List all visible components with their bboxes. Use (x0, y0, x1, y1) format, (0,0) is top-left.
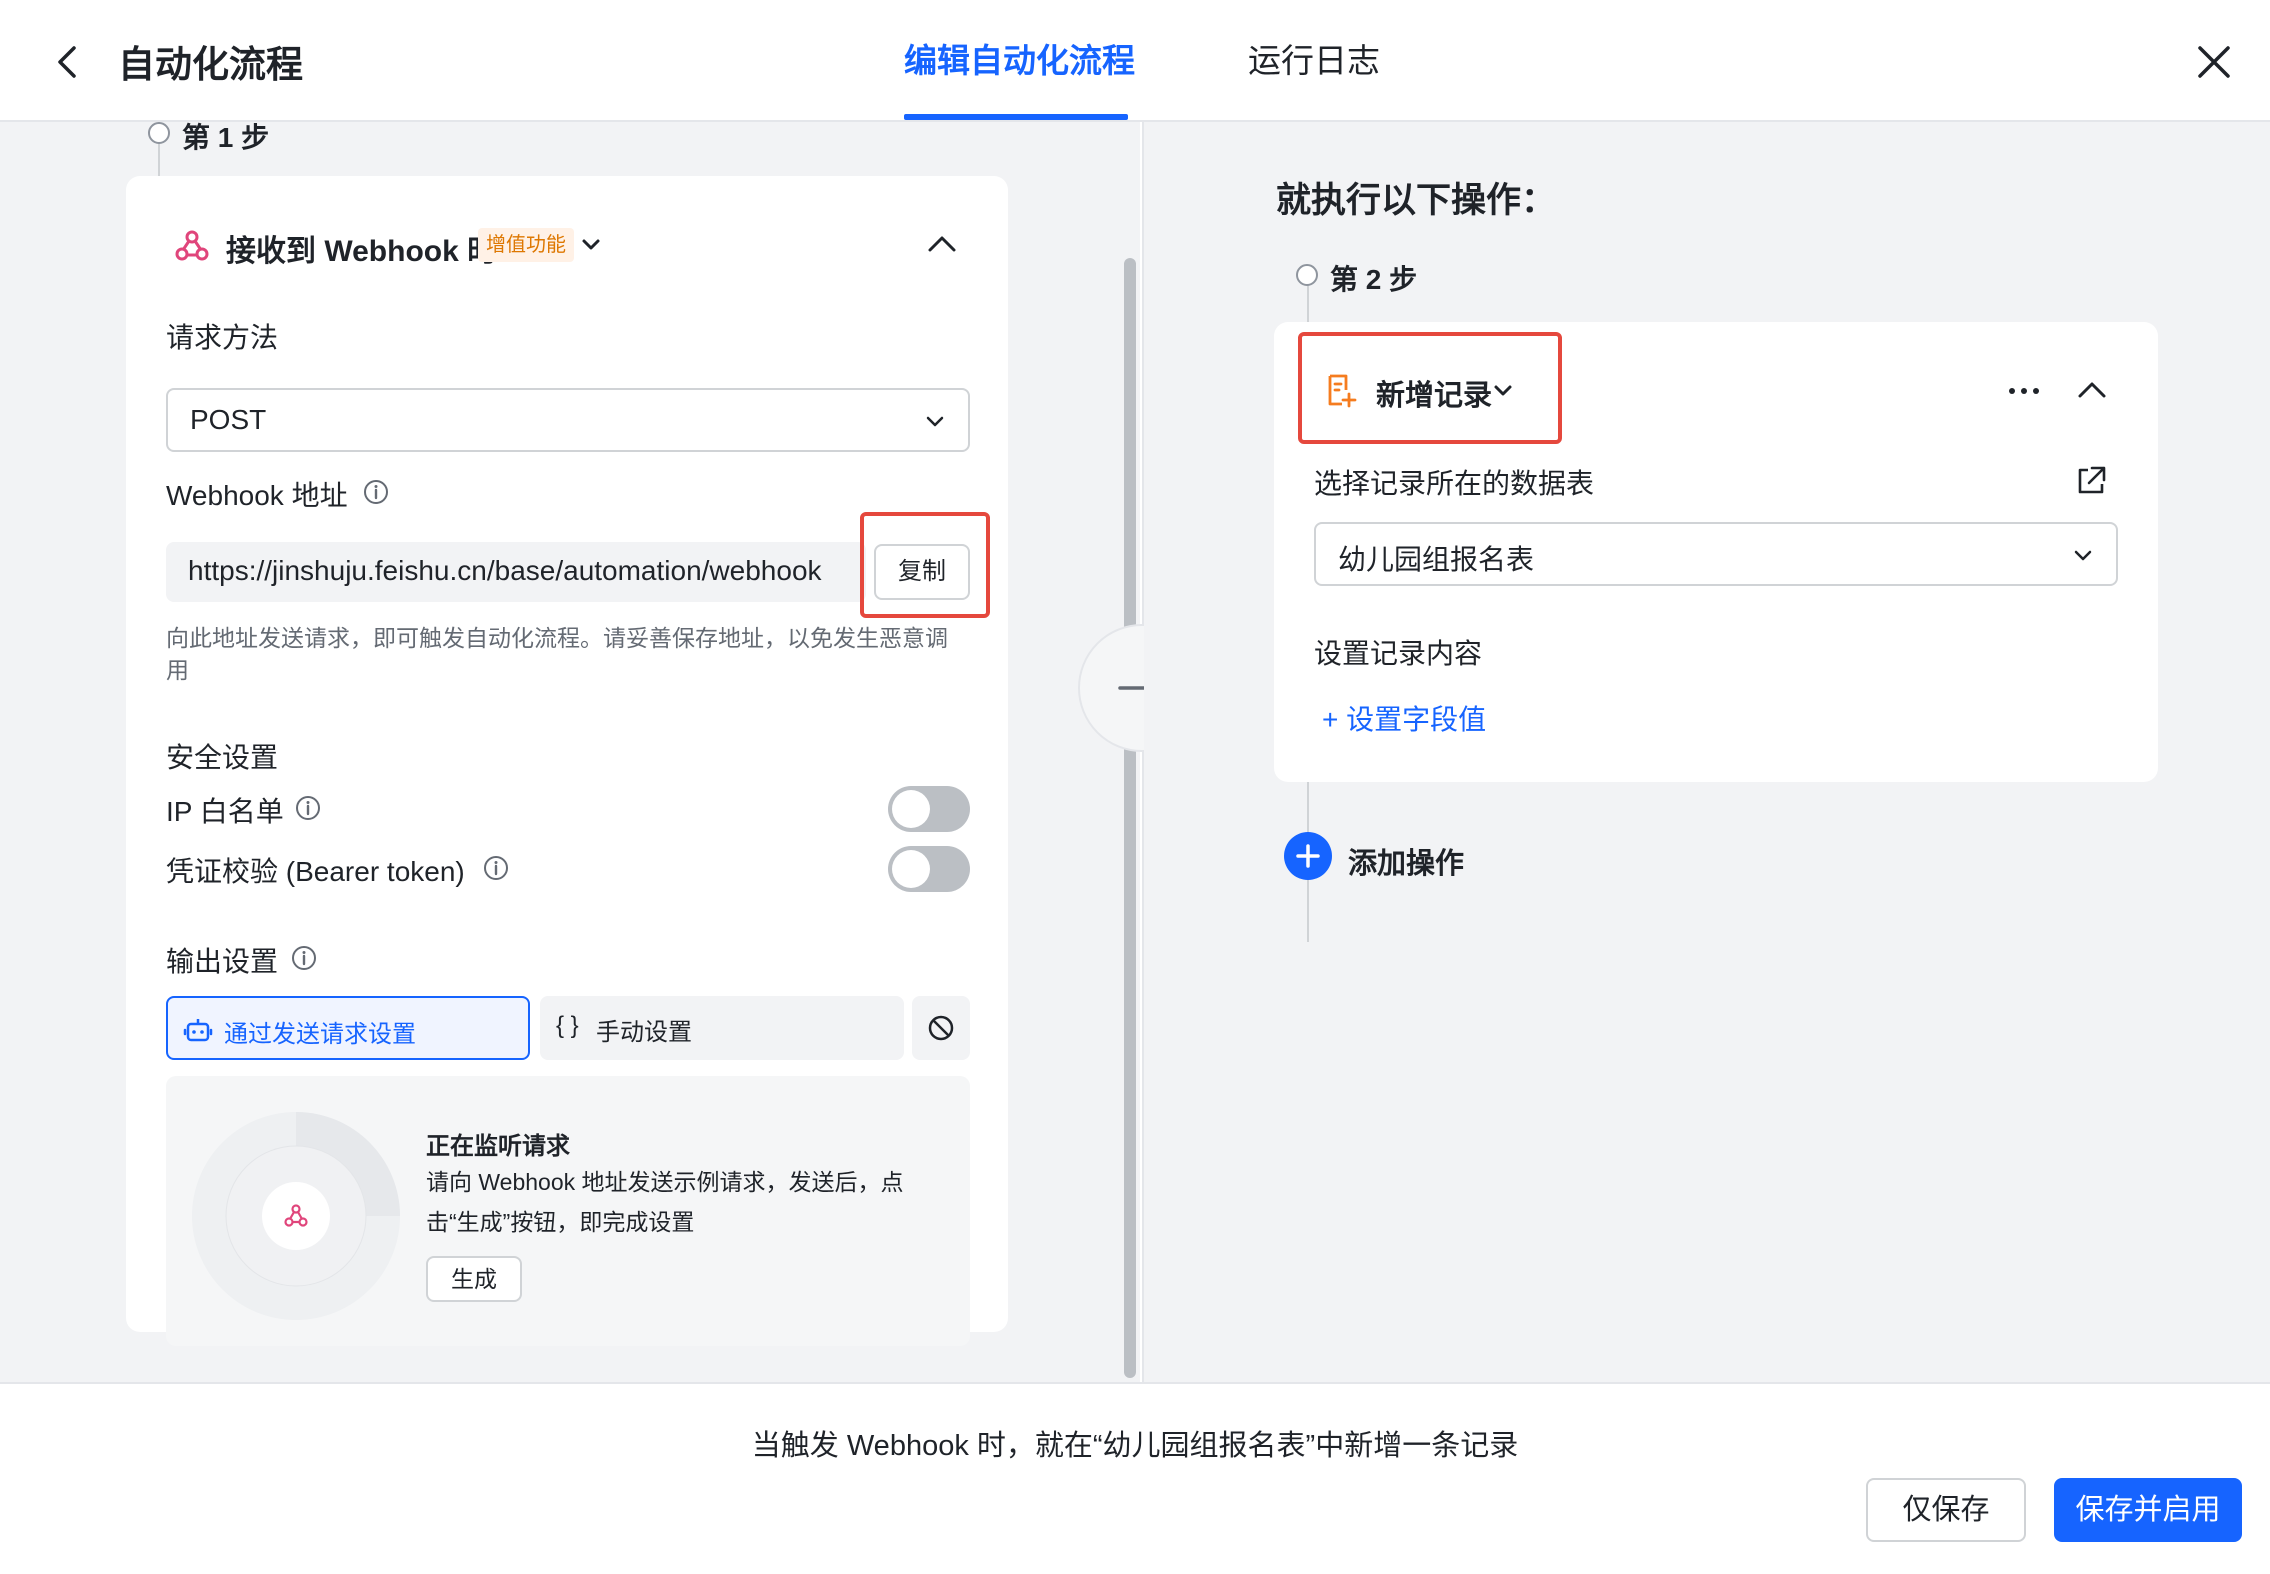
chevron-down-icon (2074, 550, 2092, 561)
ban-icon (928, 1015, 954, 1041)
listening-panel: 正在监听请求 请向 Webhook 地址发送示例请求，发送后，点击“生成”按钮，… (166, 1076, 970, 1346)
back-button[interactable] (48, 38, 88, 86)
method-select[interactable]: POST (166, 388, 970, 452)
output-disable-option[interactable] (912, 996, 970, 1060)
output-via-request-option[interactable]: 通过发送请求设置 (166, 996, 530, 1060)
ip-whitelist-label: IP 白名单 (166, 796, 284, 827)
method-value: POST (190, 404, 267, 435)
table-select[interactable]: 幼儿园组报名表 (1314, 522, 2118, 586)
close-button[interactable] (2190, 38, 2238, 86)
webhook-url-field[interactable]: https://jinshuju.feishu.cn/base/automati… (166, 542, 866, 602)
trigger-title: 接收到 Webhook 时 (226, 235, 498, 268)
bearer-toggle[interactable] (888, 846, 970, 892)
chevron-down-icon[interactable] (578, 232, 604, 258)
webhook-label: Webhook 地址 (166, 480, 348, 511)
step-2-label: 第 2 步 (1330, 264, 1418, 295)
footer-bar: 当触发 Webhook 时，就在“幼儿园组报名表”中新增一条记录 仅保存 保存并… (0, 1382, 2270, 1574)
open-external-icon[interactable] (2074, 464, 2108, 498)
webhook-icon (175, 230, 209, 261)
method-label: 请求方法 (166, 322, 279, 353)
premium-badge: 增值功能 (478, 228, 574, 262)
add-record-icon (1328, 374, 1357, 408)
action-pane: 就执行以下操作： 第 2 步 新增记录 选择记录所在的数据表 幼儿园组报名表 设… (1144, 122, 2270, 1382)
trigger-card: 接收到 Webhook 时 增值功能 请求方法 POST Webhook 地址 … (126, 176, 1008, 1346)
step-1-dot (148, 122, 170, 144)
tab-run-log[interactable]: 运行日志 (1248, 34, 1380, 82)
ip-whitelist-toggle[interactable] (888, 786, 970, 832)
braces-icon: { } (556, 1012, 579, 1039)
set-field-value-button[interactable]: + 设置字段值 (1322, 698, 1486, 738)
info-icon[interactable] (362, 478, 390, 506)
listening-title: 正在监听请求 (426, 1133, 570, 1160)
active-tab-indicator (904, 114, 1128, 120)
output-manual-option[interactable]: { } 手动设置 (540, 996, 904, 1060)
plus-icon: + (1322, 704, 1339, 735)
generate-button[interactable]: 生成 (426, 1256, 522, 1302)
more-icon[interactable] (2004, 378, 2044, 404)
page-title: 自动化流程 (118, 44, 303, 85)
toggle-knob (892, 850, 930, 888)
chevron-up-icon[interactable] (924, 226, 960, 262)
toggle-knob (892, 790, 930, 828)
info-icon[interactable] (482, 854, 510, 882)
add-operation-label: 添加操作 (1348, 848, 1465, 880)
output-title: 输出设置 (166, 946, 279, 977)
table-select-label: 选择记录所在的数据表 (1314, 468, 1595, 499)
tab-edit-automation[interactable]: 编辑自动化流程 (904, 34, 1135, 82)
info-icon[interactable] (290, 944, 318, 972)
robot-icon (183, 1019, 213, 1042)
action-card: 新增记录 选择记录所在的数据表 幼儿园组报名表 设置记录内容 + 设置字段值 (1274, 322, 2158, 782)
set-field-value-label: 设置字段值 (1346, 704, 1487, 735)
bearer-label: 凭证校验 (Bearer token) (166, 856, 465, 887)
chevron-left-icon (58, 46, 76, 78)
output-manual-label: 手动设置 (596, 1019, 692, 1046)
close-icon (2198, 46, 2230, 78)
chevron-down-icon (926, 416, 944, 427)
chevron-up-icon[interactable] (2074, 372, 2110, 408)
header-bar: 自动化流程 编辑自动化流程 运行日志 (0, 0, 2270, 122)
webhook-hint: 向此地址发送请求，即可触发自动化流程。请妥善保存地址，以免发生恶意调用 (166, 625, 948, 683)
chevron-down-icon[interactable] (1490, 378, 1516, 404)
radar-animation (192, 1112, 400, 1320)
vertical-scrollbar[interactable] (1124, 258, 1136, 1378)
output-via-request-label: 通过发送请求设置 (224, 1021, 416, 1048)
step-1-label: 第 1 步 (182, 122, 270, 153)
webhook-url: https://jinshuju.feishu.cn/base/automati… (188, 555, 822, 586)
security-title: 安全设置 (166, 742, 279, 773)
flow-summary: 当触发 Webhook 时，就在“幼儿园组报名表”中新增一条记录 (751, 1430, 1519, 1462)
info-icon[interactable] (294, 794, 322, 822)
save-and-enable-button[interactable]: 保存并启用 (2054, 1478, 2242, 1542)
plus-icon (1284, 832, 1332, 880)
record-content-label: 设置记录内容 (1314, 638, 1483, 669)
save-only-button[interactable]: 仅保存 (1866, 1478, 2026, 1542)
trigger-pane: 第 1 步 接收到 Webhook 时 增值功能 请求方法 POST Webho… (0, 122, 1140, 1382)
table-select-value: 幼儿园组报名表 (1338, 544, 1535, 575)
copy-button[interactable]: 复制 (874, 544, 970, 600)
step-2-dot (1296, 264, 1318, 286)
action-section-title: 就执行以下操作： (1276, 181, 1557, 220)
listening-description: 请向 Webhook 地址发送示例请求，发送后，点击“生成”按钮，即完成设置 (426, 1169, 904, 1235)
action-title[interactable]: 新增记录 (1376, 372, 1492, 414)
